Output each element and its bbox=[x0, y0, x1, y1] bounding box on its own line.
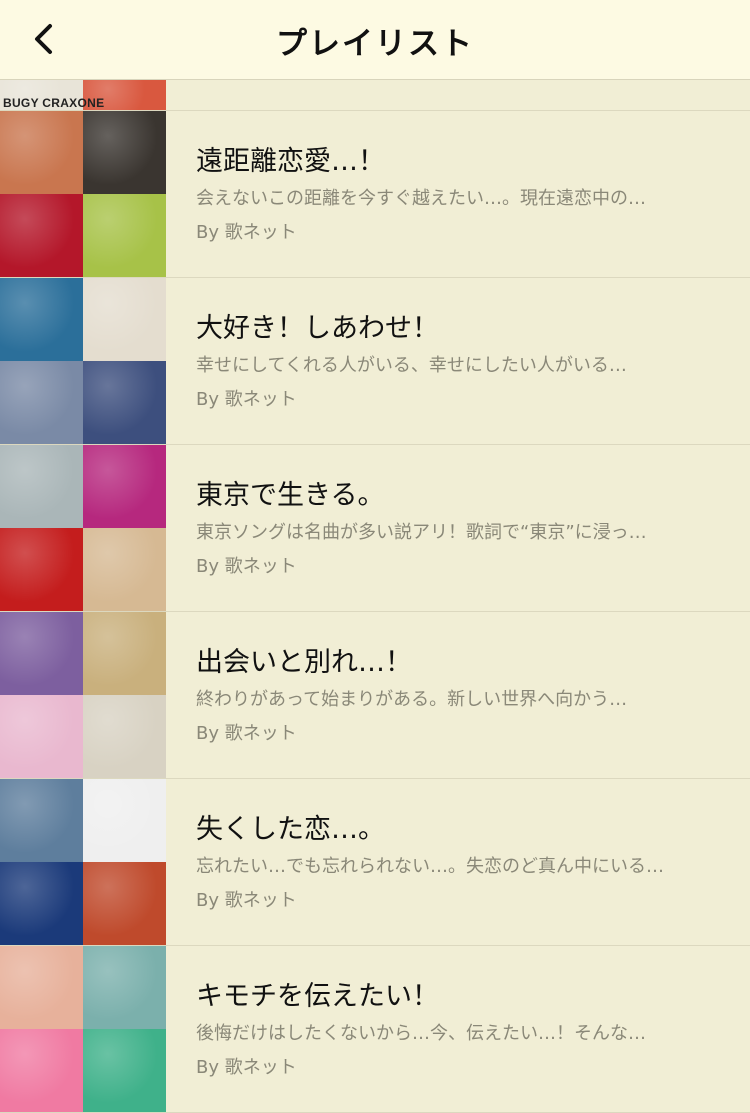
album-cover bbox=[0, 695, 83, 778]
playlist-author: By 歌ネット bbox=[196, 1057, 297, 1078]
playlist-title: 失くした恋…。 bbox=[196, 814, 385, 845]
playlist-artwork bbox=[0, 779, 166, 945]
album-cover bbox=[0, 946, 83, 1029]
album-cover bbox=[83, 528, 166, 611]
playlist-list: BUGY CRAXONE 遠距離恋愛…！ 会えないこの距離を今すぐ越えたい…。現… bbox=[0, 80, 750, 1113]
album-cover bbox=[0, 111, 83, 194]
playlist-author: By 歌ネット bbox=[196, 222, 297, 243]
playlist-author: By 歌ネット bbox=[196, 890, 297, 911]
album-cover bbox=[83, 278, 166, 361]
album-cover bbox=[83, 695, 166, 778]
album-cover bbox=[0, 528, 83, 611]
album-cover bbox=[83, 111, 166, 194]
playlist-title: 出会いと別れ…！ bbox=[196, 647, 412, 678]
playlist-item[interactable]: 失くした恋…。 忘れたい…でも忘れられない…。失恋のど真ん中にいる… By 歌ネ… bbox=[0, 779, 750, 946]
playlist-artwork bbox=[0, 946, 166, 1112]
playlist-artwork bbox=[0, 278, 166, 444]
list-item-partial[interactable]: BUGY CRAXONE bbox=[0, 80, 750, 111]
playlist-info: 東京で生きる。 東京ソングは名曲が多い説アリ！歌詞で“東京”に浸っ… By 歌ネ… bbox=[196, 479, 716, 579]
playlist-title: 遠距離恋愛…！ bbox=[196, 146, 385, 177]
playlist-info: 大好き！しあわせ！ 幸せにしてくれる人がいる、幸せにしたい人がいる… By 歌ネ… bbox=[196, 312, 716, 412]
album-cover bbox=[0, 361, 83, 444]
playlist-item[interactable]: 大好き！しあわせ！ 幸せにしてくれる人がいる、幸せにしたい人がいる… By 歌ネ… bbox=[0, 278, 750, 445]
album-cover bbox=[0, 194, 83, 277]
album-cover bbox=[83, 445, 166, 528]
album-cover bbox=[83, 1029, 166, 1112]
playlist-author: By 歌ネット bbox=[196, 556, 297, 577]
playlist-title: 大好き！しあわせ！ bbox=[196, 313, 439, 344]
playlist-description: 幸せにしてくれる人がいる、幸せにしたい人がいる… bbox=[196, 355, 627, 376]
album-cover bbox=[83, 779, 166, 862]
album-cover bbox=[83, 862, 166, 945]
playlist-description: 忘れたい…でも忘れられない…。失恋のど真ん中にいる… bbox=[196, 856, 664, 877]
playlist-info: 出会いと別れ…！ 終わりがあって始まりがある。新しい世界へ向かう… By 歌ネッ… bbox=[196, 646, 716, 746]
playlist-title: 東京で生きる。 bbox=[196, 480, 385, 511]
page-title: プレイリスト bbox=[276, 26, 474, 62]
playlist-info: 失くした恋…。 忘れたい…でも忘れられない…。失恋のど真ん中にいる… By 歌ネ… bbox=[196, 813, 716, 913]
playlist-description: 会えないこの距離を今すぐ越えたい…。現在遠恋中の… bbox=[196, 188, 646, 209]
album-cover bbox=[0, 1029, 83, 1112]
nav-bar: プレイリスト bbox=[0, 0, 750, 80]
playlist-item[interactable]: 東京で生きる。 東京ソングは名曲が多い説アリ！歌詞で“東京”に浸っ… By 歌ネ… bbox=[0, 445, 750, 612]
playlist-description: 終わりがあって始まりがある。新しい世界へ向かう… bbox=[196, 689, 628, 710]
album-cover bbox=[0, 779, 83, 862]
playlist-artwork bbox=[0, 445, 166, 611]
album-cover bbox=[0, 612, 83, 695]
playlist-description: 東京ソングは名曲が多い説アリ！歌詞で“東京”に浸っ… bbox=[196, 522, 647, 543]
playlist-artwork bbox=[0, 612, 166, 778]
album-cover bbox=[83, 361, 166, 444]
playlist-item[interactable]: 遠距離恋愛…！ 会えないこの距離を今すぐ越えたい…。現在遠恋中の… By 歌ネッ… bbox=[0, 111, 750, 278]
album-cover bbox=[83, 612, 166, 695]
album-cover bbox=[83, 194, 166, 277]
playlist-info: 遠距離恋愛…！ 会えないこの距離を今すぐ越えたい…。現在遠恋中の… By 歌ネッ… bbox=[196, 145, 716, 245]
playlist-title: キモチを伝えたい！ bbox=[196, 981, 439, 1012]
album-cover bbox=[83, 946, 166, 1029]
playlist-artwork bbox=[0, 111, 166, 277]
playlist-item[interactable]: 出会いと別れ…！ 終わりがあって始まりがある。新しい世界へ向かう… By 歌ネッ… bbox=[0, 612, 750, 779]
playlist-description: 後悔だけはしたくないから…今、伝えたい…！そんな… bbox=[196, 1023, 646, 1044]
playlist-info: キモチを伝えたい！ 後悔だけはしたくないから…今、伝えたい…！そんな… By 歌… bbox=[196, 980, 716, 1080]
playlist-item[interactable]: キモチを伝えたい！ 後悔だけはしたくないから…今、伝えたい…！そんな… By 歌… bbox=[0, 946, 750, 1113]
playlist-author: By 歌ネット bbox=[196, 389, 297, 410]
album-cover bbox=[0, 862, 83, 945]
playlist-author: By 歌ネット bbox=[196, 723, 297, 744]
album-cover bbox=[0, 278, 83, 361]
album-cover-caption: BUGY CRAXONE bbox=[3, 96, 105, 110]
album-cover bbox=[0, 445, 83, 528]
